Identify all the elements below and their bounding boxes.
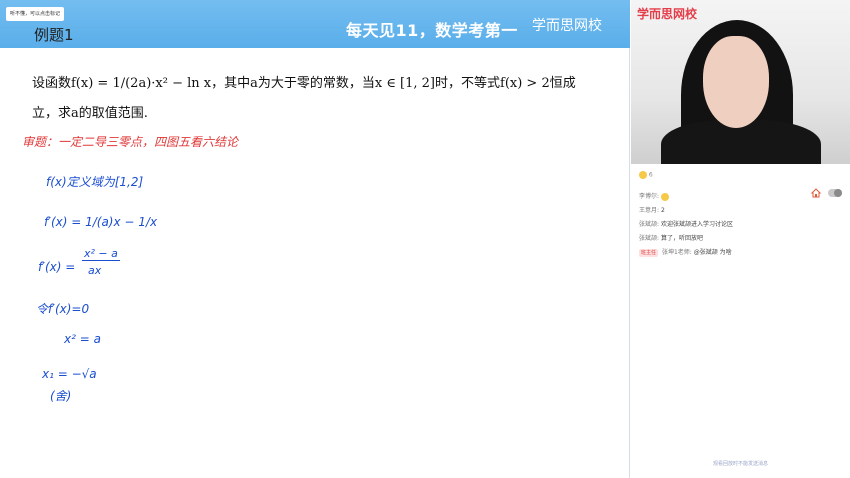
chat-message: 班主任 张坤1老师: @张斌颉 为啥 [639,246,844,260]
chat-message: 李博尔: [639,190,844,204]
chat-sender: 张斌颉: [639,235,660,242]
problem-text-line-1: 设函数f(x) = 1/(2a)·x² − ln x，其中a为大于零的常数，当x… [32,76,576,91]
handwriting-step-set-zero: 令f′(x)=0 [36,302,90,316]
chat-sender: 李博尔: [639,193,660,200]
chat-text: @张斌颉 为啥 [693,249,732,256]
example-title: 例题1 [34,26,74,44]
handwriting-step-discard: (舍) [50,389,72,403]
app-window: 听不懂，可以点击标记 例题1 每天见11，数学考第一 学而思网校 设函数f(x)… [0,0,850,478]
lesson-panel: 听不懂，可以点击标记 例题1 每天见11，数学考第一 学而思网校 设函数f(x)… [0,0,630,478]
problem-text-line-2: 立，求a的取值范围. [32,106,148,121]
chat-sender: 张斌颉: [639,221,660,228]
replay-notice: 观看回放时不能发送消息 [712,461,768,467]
chat-list: 李博尔: 王意月: 2 张斌颉: 欢迎张斌颉进入学习讨论区 张斌颉: 算了，听回… [639,190,844,260]
chat-text: 2 [660,207,665,214]
mark-tip-button[interactable]: 听不懂，可以点击标记 [6,7,65,21]
brand-logo-text: 学而思网校 [532,18,602,34]
chat-text: 欢迎张斌颉进入学习讨论区 [660,221,733,228]
reaction-counter: 6 [639,171,653,179]
smile-emoji-icon [660,192,669,201]
side-panel: 学而思网校 6 李博尔: 王意月: 2 张斌颉: 欢迎张斌颉进入学习讨论区 张斌… [631,0,850,478]
handwriting-step-root: x₁ = −√a [42,367,97,381]
chat-sender: 张坤1老师: [661,249,692,256]
handwriting-step-derivative-lhs: f′(x) = [38,260,76,274]
video-brand-logo: 学而思网校 [637,7,698,21]
handwriting-step-domain: f(x)定义域为[1,2] [46,175,144,189]
smile-emoji-icon [639,171,647,179]
teacher-badge: 班主任 [639,248,659,257]
handwriting-step-x-squared: x² = a [64,332,101,346]
teacher-video[interactable]: 学而思网校 [631,0,850,164]
chat-message: 王意月: 2 [639,204,844,218]
slogan: 每天见11，数学考第一 [346,21,518,40]
teacher-face [703,36,769,128]
handwriting-step-derivative: f′(x) = 1/(a)x − 1/x [44,215,158,229]
handwriting-step-derivative-numerator: x² − a [82,247,120,261]
chat-message: 张斌颉: 欢迎张斌颉进入学习讨论区 [639,218,844,232]
handwriting-step-derivative-denominator: ax [88,264,102,277]
reaction-count: 6 [648,171,653,179]
chat-text: 算了，听回放吧 [660,235,703,242]
chat-sender: 王意月: [639,207,660,214]
chat-message: 张斌颉: 算了，听回放吧 [639,232,844,246]
lesson-header: 听不懂，可以点击标记 例题1 每天见11，数学考第一 学而思网校 [0,0,630,48]
whiteboard: 设函数f(x) = 1/(2a)·x² − ln x，其中a为大于零的常数，当x… [12,57,618,475]
handwriting-note: 审题：一定二导三零点，四图五看六结论 [22,135,239,149]
